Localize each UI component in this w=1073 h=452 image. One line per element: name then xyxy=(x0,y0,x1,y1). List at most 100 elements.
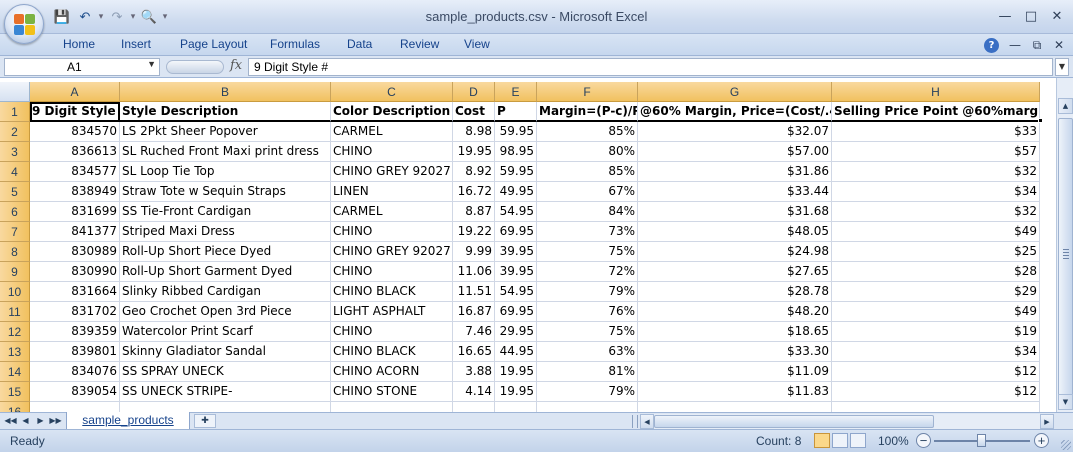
row-header[interactable]: 13 xyxy=(0,342,30,362)
cell-f11[interactable]: 76% xyxy=(537,302,638,322)
cell-d2[interactable]: 8.98 xyxy=(453,122,495,142)
office-button[interactable] xyxy=(4,4,44,44)
tab-home[interactable]: Home xyxy=(63,37,95,51)
row-header[interactable]: 16 xyxy=(0,402,30,412)
cell-e12[interactable]: 29.95 xyxy=(495,322,537,342)
cell-g14[interactable]: $11.09 xyxy=(638,362,832,382)
cell-g5[interactable]: $33.44 xyxy=(638,182,832,202)
zoom-in-icon[interactable]: + xyxy=(1034,433,1049,448)
cell-h7[interactable]: $49 xyxy=(832,222,1040,242)
cell-b12[interactable]: Watercolor Print Scarf xyxy=(120,322,331,342)
close-icon[interactable]: ✕ xyxy=(1044,6,1070,26)
vertical-scrollbar[interactable]: ▲ ▼ xyxy=(1056,78,1073,412)
column-header-h[interactable]: H xyxy=(832,82,1040,102)
cell-g10[interactable]: $28.78 xyxy=(638,282,832,302)
cell-e9[interactable]: 39.95 xyxy=(495,262,537,282)
cell-c2[interactable]: CARMEL xyxy=(331,122,453,142)
cell-c3[interactable]: CHINO xyxy=(331,142,453,162)
cell-d16[interactable] xyxy=(453,402,495,412)
column-header-c[interactable]: C xyxy=(331,82,453,102)
column-header-f[interactable]: F xyxy=(537,82,638,102)
cell-f14[interactable]: 81% xyxy=(537,362,638,382)
workbook-restore-icon[interactable]: ⧉ xyxy=(1026,36,1048,54)
cell-g11[interactable]: $48.20 xyxy=(638,302,832,322)
cell-f2[interactable]: 85% xyxy=(537,122,638,142)
formula-bar-resize-handle[interactable] xyxy=(166,60,224,74)
cell-f8[interactable]: 75% xyxy=(537,242,638,262)
cell-b13[interactable]: Skinny Gladiator Sandal xyxy=(120,342,331,362)
cell-b8[interactable]: Roll-Up Short Piece Dyed xyxy=(120,242,331,262)
cell-d12[interactable]: 7.46 xyxy=(453,322,495,342)
cell-c15[interactable]: CHINO STONE xyxy=(331,382,453,402)
row-header[interactable]: 15 xyxy=(0,382,30,402)
cell-e5[interactable]: 49.95 xyxy=(495,182,537,202)
cell-b5[interactable]: Straw Tote w Sequin Straps xyxy=(120,182,331,202)
cell-a5[interactable]: 838949 xyxy=(30,182,120,202)
column-header-g[interactable]: G xyxy=(638,82,832,102)
cell-h13[interactable]: $34 xyxy=(832,342,1040,362)
row-header[interactable]: 12 xyxy=(0,322,30,342)
cell-d3[interactable]: 19.95 xyxy=(453,142,495,162)
column-header-b[interactable]: B xyxy=(120,82,331,102)
row-header[interactable]: 1 xyxy=(0,102,30,122)
cell-g15[interactable]: $11.83 xyxy=(638,382,832,402)
cell-d8[interactable]: 9.99 xyxy=(453,242,495,262)
insert-function-icon[interactable]: fx xyxy=(230,58,242,73)
scroll-up-icon[interactable]: ▲ xyxy=(1058,98,1073,114)
cell-c1[interactable]: Color Description xyxy=(331,102,453,122)
workbook-minimize-icon[interactable]: — xyxy=(1004,36,1026,54)
cell-h14[interactable]: $12 xyxy=(832,362,1040,382)
cell-a2[interactable]: 834570 xyxy=(30,122,120,142)
cell-e7[interactable]: 69.95 xyxy=(495,222,537,242)
cell-c6[interactable]: CARMEL xyxy=(331,202,453,222)
cell-c7[interactable]: CHINO xyxy=(331,222,453,242)
row-header[interactable]: 4 xyxy=(0,162,30,182)
cell-e1[interactable]: P xyxy=(495,102,537,122)
name-box[interactable]: A1 ▼ xyxy=(4,58,160,76)
cell-e11[interactable]: 69.95 xyxy=(495,302,537,322)
last-sheet-icon[interactable]: ▶▶ xyxy=(49,414,62,427)
cell-f7[interactable]: 73% xyxy=(537,222,638,242)
cell-g3[interactable]: $57.00 xyxy=(638,142,832,162)
cell-c11[interactable]: LIGHT ASPHALT xyxy=(331,302,453,322)
cell-g13[interactable]: $33.30 xyxy=(638,342,832,362)
cell-h15[interactable]: $12 xyxy=(832,382,1040,402)
cell-d1[interactable]: Cost xyxy=(453,102,495,122)
zoom-slider-thumb[interactable] xyxy=(977,434,986,447)
cell-c16[interactable] xyxy=(331,402,453,412)
row-header[interactable]: 11 xyxy=(0,302,30,322)
cell-a4[interactable]: 834577 xyxy=(30,162,120,182)
cell-f1[interactable]: Margin=(P-c)/P xyxy=(537,102,638,122)
cell-d13[interactable]: 16.65 xyxy=(453,342,495,362)
scroll-down-icon[interactable]: ▼ xyxy=(1058,394,1073,410)
cell-f4[interactable]: 85% xyxy=(537,162,638,182)
cell-e15[interactable]: 19.95 xyxy=(495,382,537,402)
cell-a8[interactable]: 830989 xyxy=(30,242,120,262)
cell-f3[interactable]: 80% xyxy=(537,142,638,162)
cell-b1[interactable]: Style Description xyxy=(120,102,331,122)
cell-h10[interactable]: $29 xyxy=(832,282,1040,302)
tab-split-handle[interactable] xyxy=(632,415,638,428)
cell-c9[interactable]: CHINO xyxy=(331,262,453,282)
page-layout-view-icon[interactable] xyxy=(832,433,848,448)
horizontal-scrollbar[interactable]: ◀ ▶ xyxy=(640,414,1054,429)
cell-d14[interactable]: 3.88 xyxy=(453,362,495,382)
row-header[interactable]: 9 xyxy=(0,262,30,282)
cell-h2[interactable]: $33 xyxy=(832,122,1040,142)
tab-data[interactable]: Data xyxy=(347,37,372,51)
cell-h1[interactable]: Selling Price Point @60%margin xyxy=(832,102,1040,122)
horizontal-scroll-thumb[interactable] xyxy=(654,415,934,428)
cell-h5[interactable]: $34 xyxy=(832,182,1040,202)
column-header-e[interactable]: E xyxy=(495,82,537,102)
cell-h16[interactable] xyxy=(832,402,1040,412)
cell-h9[interactable]: $28 xyxy=(832,262,1040,282)
cell-g6[interactable]: $31.68 xyxy=(638,202,832,222)
cell-h6[interactable]: $32 xyxy=(832,202,1040,222)
cell-d5[interactable]: 16.72 xyxy=(453,182,495,202)
cell-h8[interactable]: $25 xyxy=(832,242,1040,262)
first-sheet-icon[interactable]: ◀◀ xyxy=(4,414,17,427)
cell-f16[interactable] xyxy=(537,402,638,412)
cell-a13[interactable]: 839801 xyxy=(30,342,120,362)
cell-b10[interactable]: Slinky Ribbed Cardigan xyxy=(120,282,331,302)
cell-b3[interactable]: SL Ruched Front Maxi print dress xyxy=(120,142,331,162)
